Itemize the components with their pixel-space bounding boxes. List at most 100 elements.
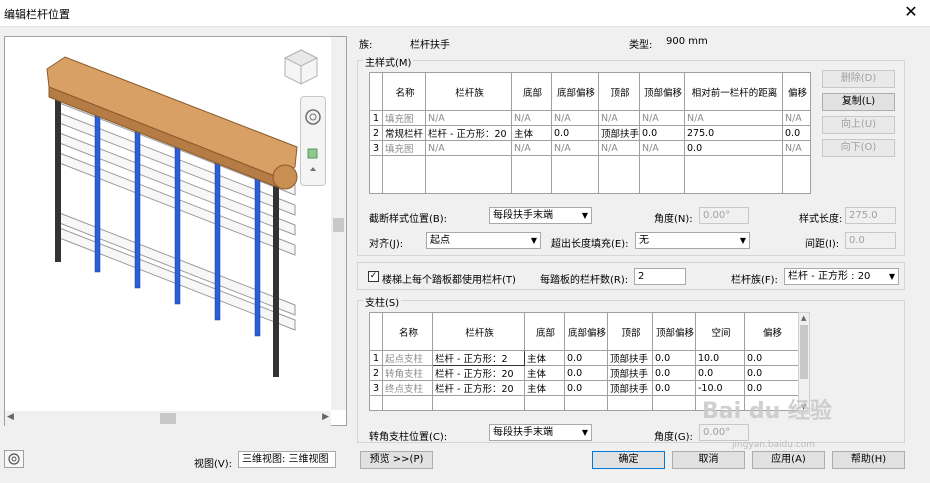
- cell-base-offset[interactable]: N/A: [551, 110, 599, 126]
- cell-family[interactable]: 栏杆 - 正方形：20: [432, 380, 525, 396]
- cell-family[interactable]: 栏杆 - 正方形：20: [432, 365, 525, 381]
- close-icon[interactable]: ✕: [902, 3, 920, 21]
- cell-name[interactable]: 填充图: [382, 110, 426, 126]
- break-position-select[interactable]: 每段扶手末端 ▼: [489, 207, 592, 224]
- cell-top[interactable]: N/A: [598, 110, 640, 126]
- scroll-up-icon[interactable]: ▲: [801, 314, 806, 322]
- column-header: 顶部: [607, 312, 653, 351]
- cell-name[interactable]: 常规栏杆: [382, 125, 426, 141]
- cell-name[interactable]: 填充图: [382, 140, 426, 156]
- delete-button[interactable]: 删除(D): [822, 70, 895, 88]
- baluster-family-select[interactable]: 栏杆 - 正方形 : 20 ▼: [784, 268, 899, 285]
- steering-wheel-icon[interactable]: [301, 97, 325, 185]
- table-header-row: 名称 栏杆族 底部 底部偏移 顶部 顶部偏移 空间 偏移: [369, 312, 799, 351]
- railing-3d-preview: [46, 56, 298, 377]
- preview-vertical-thumb[interactable]: [333, 218, 344, 232]
- cell-offset[interactable]: 0.0: [782, 125, 811, 141]
- balusters-per-tread-input[interactable]: 2: [634, 268, 686, 285]
- apply-button[interactable]: 应用(A): [752, 451, 825, 469]
- cell-space[interactable]: 10.0: [695, 350, 745, 366]
- start-post: [55, 87, 61, 262]
- cell-distance[interactable]: 0.0: [684, 140, 783, 156]
- table-row[interactable]: 2 常规栏杆 栏杆 - 正方形：20 主体 0.0 顶部扶手 0.0 275.0…: [369, 125, 811, 141]
- cell-base[interactable]: 主体: [524, 365, 565, 381]
- cell-base-offset[interactable]: 0.0: [551, 125, 599, 141]
- cell-top-offset[interactable]: N/A: [639, 140, 685, 156]
- preview-pane[interactable]: [4, 36, 347, 426]
- preview-horizontal-thumb[interactable]: [160, 413, 176, 424]
- move-up-button[interactable]: 向上(U): [822, 116, 895, 134]
- navigation-bar[interactable]: [300, 96, 326, 186]
- cell-base[interactable]: N/A: [511, 110, 552, 126]
- cell-top-offset[interactable]: 0.0: [639, 125, 685, 141]
- cell-base[interactable]: 主体: [524, 380, 565, 396]
- table-header-row: 名称 栏杆族 底部 底部偏移 顶部 顶部偏移 相对前一栏杆的距离 偏移: [369, 72, 811, 111]
- view-cube-icon[interactable]: [282, 48, 320, 88]
- cell-base-offset[interactable]: 0.0: [564, 365, 608, 381]
- cell-top[interactable]: 顶部扶手: [607, 380, 653, 396]
- cell-offset[interactable]: 0.0: [744, 350, 799, 366]
- cell-family[interactable]: 栏杆 - 正方形：20: [425, 125, 512, 141]
- cell-name[interactable]: 终点支柱: [382, 380, 433, 396]
- pattern-length-input[interactable]: 275.0: [845, 207, 896, 224]
- column-header: 空间: [695, 312, 745, 351]
- column-header: 顶部偏移: [652, 312, 696, 351]
- table-row[interactable]: 1 填充图 N/A N/A N/A N/A N/A N/A N/A: [369, 110, 811, 126]
- table-row[interactable]: 3 填充图 N/A N/A N/A N/A N/A 0.0 N/A: [369, 140, 811, 156]
- cell-base[interactable]: 主体: [524, 350, 565, 366]
- column-header: 栏杆族: [432, 312, 525, 351]
- move-down-button[interactable]: 向下(O): [822, 139, 895, 157]
- table-row[interactable]: 1 起点支柱 栏杆 - 正方形：2 主体 0.0 顶部扶手 0.0 10.0 0…: [369, 350, 799, 366]
- cell-base[interactable]: N/A: [511, 140, 552, 156]
- chevron-down-icon: ▼: [888, 272, 895, 281]
- cell-top[interactable]: 顶部扶手: [598, 125, 640, 141]
- column-header: [369, 312, 383, 351]
- cell-offset[interactable]: N/A: [782, 110, 811, 126]
- help-button[interactable]: 帮助(H): [832, 451, 905, 469]
- cell-family[interactable]: N/A: [425, 110, 512, 126]
- cell-base-offset[interactable]: N/A: [551, 140, 599, 156]
- cell-family[interactable]: N/A: [425, 140, 512, 156]
- view-select[interactable]: 三维视图: 三维视图: [238, 451, 336, 468]
- excess-fill-select[interactable]: 无 ▼: [635, 232, 750, 249]
- cell-top[interactable]: N/A: [598, 140, 640, 156]
- zoom-icon[interactable]: [4, 450, 24, 468]
- cell-top-offset[interactable]: 0.0: [652, 365, 696, 381]
- posts-scroll-thumb[interactable]: [800, 325, 808, 379]
- cell-space[interactable]: 0.0: [695, 365, 745, 381]
- preview-button[interactable]: 预览 >>(P): [360, 451, 433, 469]
- scroll-right-icon[interactable]: ▶: [322, 412, 329, 422]
- spacing-input[interactable]: 0.0: [845, 232, 896, 249]
- table-row[interactable]: 2 转角支柱 栏杆 - 正方形：20 主体 0.0 顶部扶手 0.0 0.0 0…: [369, 365, 799, 381]
- ok-button[interactable]: 确定: [592, 451, 665, 469]
- cancel-button[interactable]: 取消: [672, 451, 745, 469]
- cell-offset[interactable]: 0.0: [744, 365, 799, 381]
- view-label: 视图(V):: [194, 459, 233, 470]
- cell-distance[interactable]: 275.0: [684, 125, 783, 141]
- cell-offset[interactable]: N/A: [782, 140, 811, 156]
- cell-top-offset[interactable]: 0.0: [652, 380, 696, 396]
- scroll-left-icon[interactable]: ◀: [7, 412, 14, 422]
- post-angle-input[interactable]: 0.00°: [699, 424, 749, 441]
- main-pattern-table[interactable]: 名称 栏杆族 底部 底部偏移 顶部 顶部偏移 相对前一栏杆的距离 偏移 1 填充…: [369, 72, 811, 194]
- use-baluster-per-tread-checkbox[interactable]: ✓: [368, 271, 379, 282]
- cell-distance[interactable]: N/A: [684, 110, 783, 126]
- cell-top-offset[interactable]: 0.0: [652, 350, 696, 366]
- cell-top[interactable]: 顶部扶手: [607, 350, 653, 366]
- justify-select[interactable]: 起点 ▼: [426, 232, 541, 249]
- cell-family[interactable]: 栏杆 - 正方形：2: [432, 350, 525, 366]
- chevron-down-icon: ▼: [530, 236, 537, 245]
- cell-top-offset[interactable]: N/A: [639, 110, 685, 126]
- copy-button[interactable]: 复制(L): [822, 93, 895, 111]
- corner-post-position-select[interactable]: 每段扶手末端 ▼: [489, 424, 592, 441]
- cell-top[interactable]: 顶部扶手: [607, 365, 653, 381]
- title-bar: 编辑栏杆位置 ✕: [0, 0, 930, 27]
- cell-name[interactable]: 转角支柱: [382, 365, 433, 381]
- cell-base[interactable]: 主体: [511, 125, 552, 141]
- cell-base-offset[interactable]: 0.0: [564, 350, 608, 366]
- cell-base-offset[interactable]: 0.0: [564, 380, 608, 396]
- row-number: 1: [369, 350, 383, 366]
- row-number: 3: [369, 140, 383, 156]
- angle-input[interactable]: 0.00°: [699, 207, 749, 224]
- cell-name[interactable]: 起点支柱: [382, 350, 433, 366]
